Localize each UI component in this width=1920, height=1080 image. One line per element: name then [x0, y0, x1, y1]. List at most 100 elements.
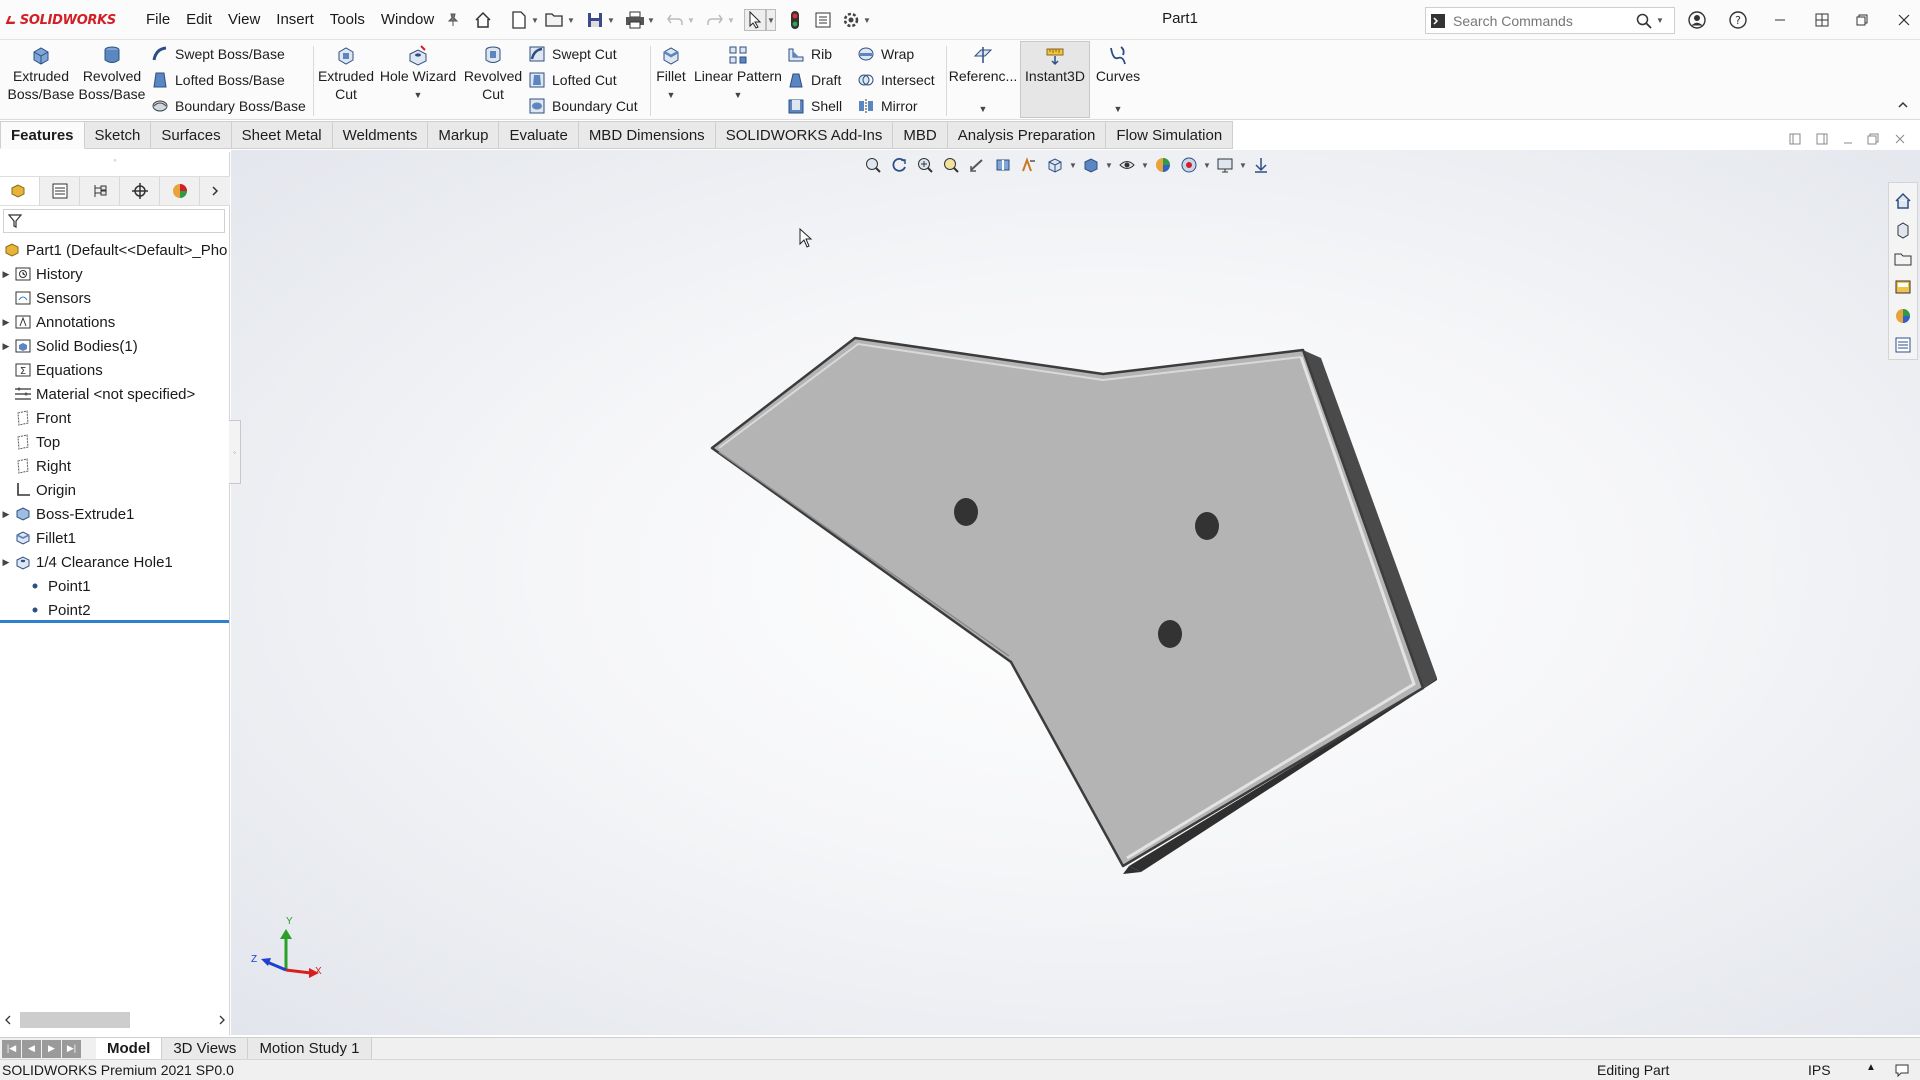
edit-appearance-icon[interactable]: [1150, 154, 1176, 176]
previous-tab-icon[interactable]: ◀: [22, 1039, 41, 1058]
tree-item[interactable]: Origin: [0, 478, 230, 502]
restore-layout-icon[interactable]: [1810, 8, 1834, 32]
zoom-to-fit-icon[interactable]: [860, 154, 886, 176]
tree-root-part[interactable]: Part1 (Default<<Default>_Pho: [0, 238, 230, 262]
horizontal-scrollbar[interactable]: [0, 1010, 230, 1030]
draft-button[interactable]: Draft: [786, 69, 842, 91]
quick-tips-icon[interactable]: [1894, 1062, 1910, 1078]
file-explorer-icon[interactable]: [1891, 244, 1915, 273]
dynamic-annotation-icon[interactable]: [1016, 154, 1042, 176]
menu-window[interactable]: Window: [373, 0, 442, 40]
dimxpertmanager-tab-icon[interactable]: [120, 177, 160, 205]
select-pointer-icon[interactable]: [744, 9, 766, 31]
tab-mbd-dimensions[interactable]: MBD Dimensions: [578, 121, 716, 149]
boundary-boss-button[interactable]: Boundary Boss/Base: [150, 95, 306, 117]
chevron-down-icon[interactable]: ▼: [566, 9, 576, 31]
tab-motion-study-1[interactable]: Motion Study 1: [248, 1037, 372, 1060]
solidworks-resources-home-icon[interactable]: [1891, 187, 1915, 216]
tab-mbd[interactable]: MBD: [893, 121, 948, 149]
tile-left-icon[interactable]: [1784, 128, 1806, 150]
propertymanager-tab-icon[interactable]: [40, 177, 80, 205]
tree-item[interactable]: Σ Equations: [0, 358, 230, 382]
view-orientation-icon[interactable]: [1042, 154, 1068, 176]
intersect-button[interactable]: Intersect: [856, 69, 935, 91]
tree-item[interactable]: Sensors: [0, 286, 230, 310]
chevron-down-icon[interactable]: ▼: [1202, 154, 1212, 176]
chevron-down-icon[interactable]: ▼: [667, 86, 676, 104]
print-icon[interactable]: [624, 9, 646, 31]
tree-item[interactable]: Fillet1: [0, 526, 230, 550]
first-tab-icon[interactable]: |◀: [2, 1039, 21, 1058]
zoom-to-area-icon[interactable]: [938, 154, 964, 176]
tree-item[interactable]: Material <not specified>: [0, 382, 230, 406]
swept-cut-button[interactable]: Swept Cut: [527, 43, 638, 65]
rib-button[interactable]: Rib: [786, 43, 842, 65]
view-settings-icon[interactable]: [1212, 154, 1238, 176]
chevron-down-icon[interactable]: ▼: [646, 9, 656, 31]
section-view-icon[interactable]: [990, 154, 1016, 176]
next-tab-icon[interactable]: ▶: [42, 1039, 61, 1058]
open-folder-icon[interactable]: [544, 9, 566, 31]
chevron-down-icon[interactable]: ▼: [734, 86, 743, 104]
appearances-scenes-icon[interactable]: [1891, 302, 1915, 331]
design-library-icon[interactable]: [1891, 216, 1915, 245]
panel-splitter-handle[interactable]: ◦: [0, 152, 230, 172]
tab-markup[interactable]: Markup: [428, 121, 500, 149]
chevron-down-icon[interactable]: ▼: [979, 100, 988, 118]
tree-item[interactable]: Top: [0, 430, 230, 454]
chevron-down-icon[interactable]: ▼: [1114, 100, 1123, 118]
reference-geometry-button[interactable]: Referenc... ▼: [948, 43, 1018, 118]
viewport-close-icon[interactable]: [1889, 128, 1911, 150]
search-commands-box[interactable]: ▼: [1425, 7, 1675, 34]
display-style-icon[interactable]: [1078, 154, 1104, 176]
tab-model[interactable]: Model: [96, 1037, 163, 1060]
tab-features[interactable]: Features: [0, 121, 85, 149]
previous-view-icon[interactable]: [964, 154, 990, 176]
tab-sketch[interactable]: Sketch: [84, 121, 152, 149]
graphics-area[interactable]: Y X Z: [231, 150, 1920, 1035]
expand-arrow-icon[interactable]: ▶: [0, 310, 12, 334]
unit-system[interactable]: IPS: [1808, 1062, 1831, 1078]
tree-item[interactable]: Point1: [0, 574, 230, 598]
tree-item[interactable]: Point2: [0, 598, 230, 622]
pin-icon[interactable]: [442, 9, 464, 31]
chevron-down-icon[interactable]: ▼: [766, 9, 776, 31]
tab-surfaces[interactable]: Surfaces: [151, 121, 232, 149]
rollback-bar[interactable]: [0, 620, 229, 623]
chevron-down-icon[interactable]: ▼: [686, 9, 696, 31]
expand-arrow-icon[interactable]: ▶: [0, 550, 12, 574]
displaymanager-tab-icon[interactable]: [160, 177, 200, 205]
tab-analysis-preparation[interactable]: Analysis Preparation: [947, 121, 1107, 149]
apply-scene-icon[interactable]: [1176, 154, 1202, 176]
fillet-button[interactable]: Fillet ▼: [652, 43, 690, 104]
hole-wizard-button[interactable]: Hole Wizard ▼: [378, 43, 458, 104]
menu-file[interactable]: File: [138, 0, 178, 40]
viewport-restore-icon[interactable]: [1862, 128, 1884, 150]
maximize-icon[interactable]: [1850, 8, 1874, 32]
expand-arrow-icon[interactable]: ▶: [0, 334, 12, 358]
mirror-button[interactable]: Mirror: [856, 95, 935, 117]
rebuild-icon[interactable]: [784, 9, 806, 31]
options-gear-icon[interactable]: [840, 9, 862, 31]
tab-3d-views[interactable]: 3D Views: [162, 1037, 249, 1060]
undo-icon[interactable]: [664, 9, 686, 31]
tree-item[interactable]: ▶ Boss-Extrude1: [0, 502, 230, 526]
tab-weldments[interactable]: Weldments: [332, 121, 429, 149]
scroll-right-icon[interactable]: [214, 1015, 230, 1025]
custom-properties-icon[interactable]: [1891, 330, 1915, 359]
viewport-minimize-icon[interactable]: [1837, 128, 1859, 150]
curves-button[interactable]: Curves ▼: [1094, 43, 1142, 118]
menu-edit[interactable]: Edit: [178, 0, 220, 40]
file-properties-icon[interactable]: [812, 9, 834, 31]
hide-show-items-icon[interactable]: [1114, 154, 1140, 176]
menu-view[interactable]: View: [220, 0, 268, 40]
shell-button[interactable]: Shell: [786, 95, 842, 117]
chevron-down-icon[interactable]: ▼: [1140, 154, 1150, 176]
chevron-up-icon[interactable]: ▲: [1866, 1062, 1876, 1073]
chevron-down-icon[interactable]: ▼: [414, 86, 423, 104]
expand-arrow-icon[interactable]: ▶: [0, 262, 12, 286]
redo-icon[interactable]: [704, 9, 726, 31]
revolved-cut-button[interactable]: Revolved Cut: [462, 43, 524, 103]
tree-item[interactable]: Right: [0, 454, 230, 478]
tree-item[interactable]: ▶ Solid Bodies(1): [0, 334, 230, 358]
